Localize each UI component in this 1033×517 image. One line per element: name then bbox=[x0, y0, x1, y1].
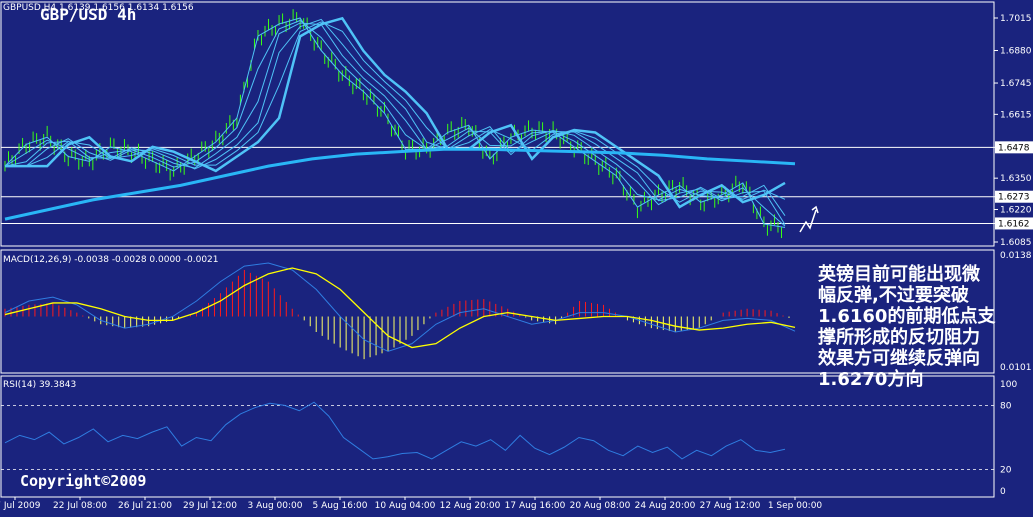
x-tick-label: 17 Jul 2009 bbox=[0, 501, 41, 511]
macd-tick-label: 0.0138 bbox=[1000, 251, 1032, 261]
x-tick-label: 20 Aug 08:00 bbox=[570, 501, 631, 511]
rsi-tick-label: 20 bbox=[1000, 466, 1012, 476]
x-tick-label: 22 Jul 08:00 bbox=[53, 501, 107, 511]
rsi-label: RSI(14) 39.3843 bbox=[3, 380, 77, 390]
x-tick-label: 17 Aug 16:00 bbox=[505, 501, 566, 511]
price-tick-label: 1.6615 bbox=[1000, 110, 1032, 120]
x-tick-label: 1 Sep 00:00 bbox=[768, 501, 823, 511]
price-panel-frame bbox=[0, 1, 995, 247]
x-tick-label: 24 Aug 20:00 bbox=[635, 501, 696, 511]
price-tick-label: 1.6350 bbox=[1000, 174, 1032, 184]
x-tick-label: 3 Aug 00:00 bbox=[248, 501, 303, 511]
copyright-text: Copyright©2009 bbox=[20, 472, 147, 490]
x-tick-label: 12 Aug 20:00 bbox=[440, 501, 501, 511]
rsi-line bbox=[4, 401, 786, 460]
ma-line bbox=[5, 16, 786, 209]
chart-canvas: 1.7015 1.6880 1.6745 1.6615 1.6478 1.6350 1.62… bbox=[0, 0, 1033, 513]
rsi-tick-label: 80 bbox=[1000, 401, 1012, 411]
rsi-panel-frame bbox=[0, 375, 995, 498]
annotation-line: 撑所形成的反切阻力 bbox=[818, 327, 980, 348]
x-tick-label: 5 Aug 16:00 bbox=[313, 501, 368, 511]
level-tag-label: 1.6162 bbox=[998, 219, 1030, 229]
arrow-icon bbox=[799, 209, 817, 233]
annotation-line: 幅反弹,不过要突破 bbox=[818, 285, 969, 306]
symbol-title: GBP/USD 4h bbox=[40, 5, 137, 24]
rsi-tick-label: 0 bbox=[1000, 487, 1006, 497]
x-tick-label: 29 Jul 12:00 bbox=[183, 501, 237, 511]
x-tick-label: 26 Jul 21:00 bbox=[118, 501, 172, 511]
price-tick-label: 1.6880 bbox=[1000, 47, 1032, 57]
x-tick-label: 27 Aug 12:00 bbox=[700, 501, 761, 511]
price-tick-label: 1.7015 bbox=[1000, 14, 1032, 24]
annotation-line: 1.6160的前期低点支 bbox=[818, 306, 996, 327]
price-tick-label: 1.6220 bbox=[1000, 205, 1032, 215]
price-tick-label: 1.6085 bbox=[1000, 238, 1032, 248]
x-tick-label: 10 Aug 04:00 bbox=[375, 501, 436, 511]
macd-label: MACD(12,26,9) -0.0038 -0.0028 0.0000 -0.… bbox=[3, 255, 219, 265]
ma-line bbox=[5, 18, 786, 216]
ma-line bbox=[5, 21, 786, 203]
annotation-line: 效果方可继续反弹向 bbox=[818, 348, 980, 369]
annotation-box: 英镑目前可能出现微 幅反弹,不过要突破 1.6160的前期低点支 撑所形成的反切… bbox=[818, 264, 1033, 390]
annotation-line: 1.6270方向 bbox=[818, 369, 924, 390]
level-tag-label: 1.6273 bbox=[998, 193, 1030, 203]
price-tick-label: 1.6745 bbox=[1000, 79, 1032, 89]
annotation-line: 英镑目前可能出现微 bbox=[818, 264, 980, 285]
level-tag-label: 1.6478 bbox=[998, 143, 1030, 153]
